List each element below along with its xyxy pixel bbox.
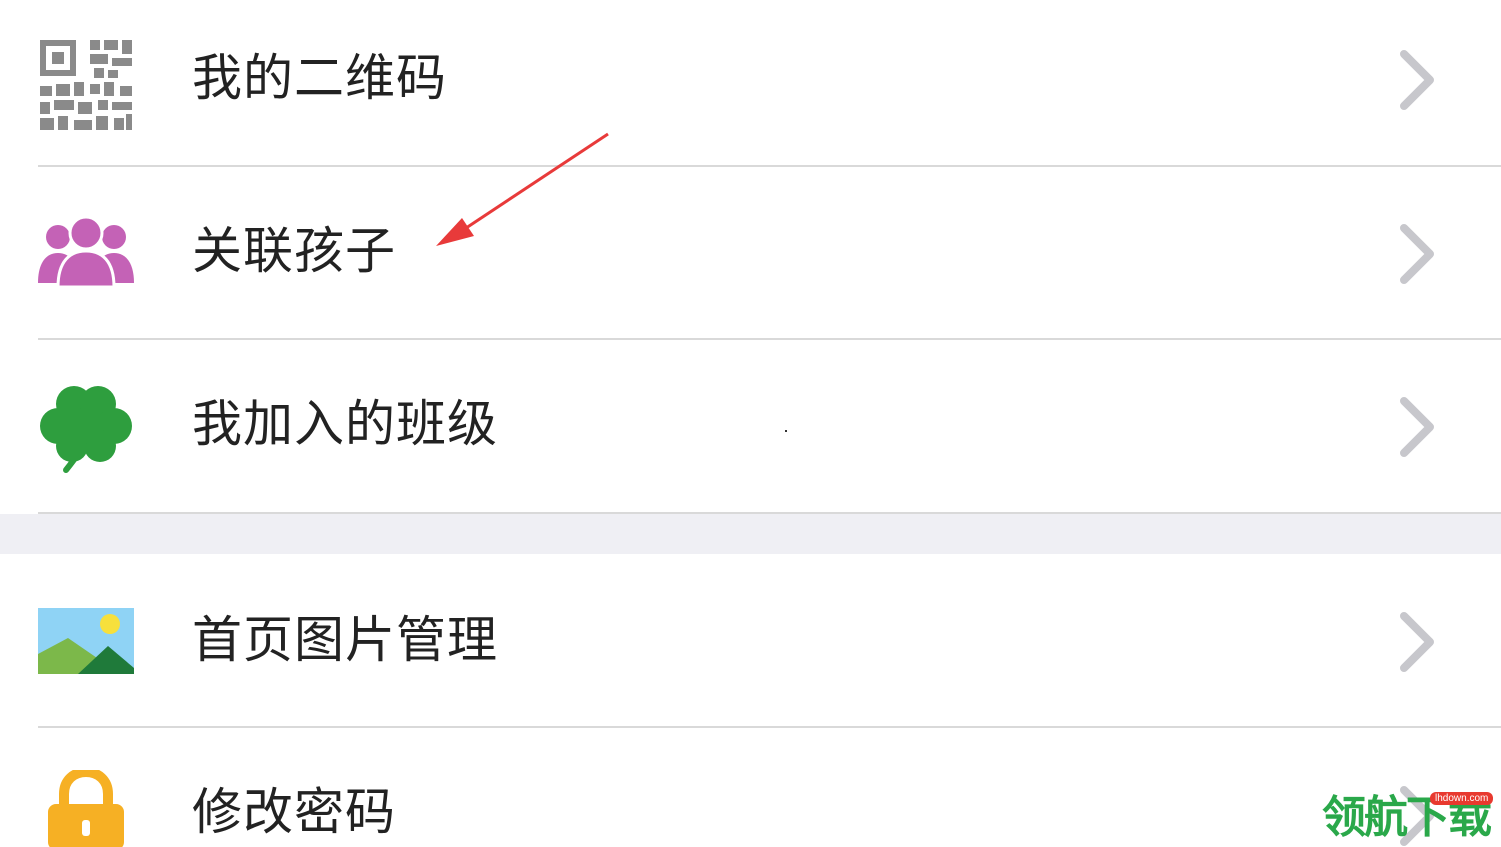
lock-icon [48, 770, 124, 847]
menu-item-my-classes[interactable]: 我加入的班级 [0, 340, 1501, 513]
chevron-right-icon [1396, 222, 1440, 286]
menu-item-my-qr-code[interactable]: 我的二维码 [0, 0, 1501, 166]
chevron-right-icon [1396, 48, 1440, 112]
menu-item-link-child[interactable]: 关联孩子 [0, 167, 1501, 339]
menu-item-label: 首页图片管理 [192, 611, 498, 669]
menu-item-label: 我加入的班级 [192, 395, 498, 453]
chevron-right-icon [1396, 610, 1440, 674]
users-icon [38, 215, 134, 311]
menu-item-change-password[interactable]: 修改密码 [0, 728, 1501, 847]
image-icon [38, 608, 134, 674]
watermark-tag: lhdown.com [1430, 792, 1494, 805]
clover-icon [38, 380, 134, 476]
chevron-right-icon [1396, 395, 1440, 459]
watermark-logo: 领航下载 lhdown.com [1318, 786, 1501, 847]
section-gap [0, 514, 1501, 554]
menu-item-label: 我的二维码 [192, 49, 447, 107]
menu-item-label: 关联孩子 [192, 222, 396, 280]
menu-item-label: 修改密码 [192, 783, 396, 841]
qr-code-icon [38, 36, 134, 132]
stray-dot [785, 430, 787, 432]
menu-item-home-image-management[interactable]: 首页图片管理 [0, 554, 1501, 726]
settings-page: 我的二维码 关联孩子 我加入的班级 首页图片管理 修改密码 领航下载 lhdow… [0, 0, 1501, 847]
